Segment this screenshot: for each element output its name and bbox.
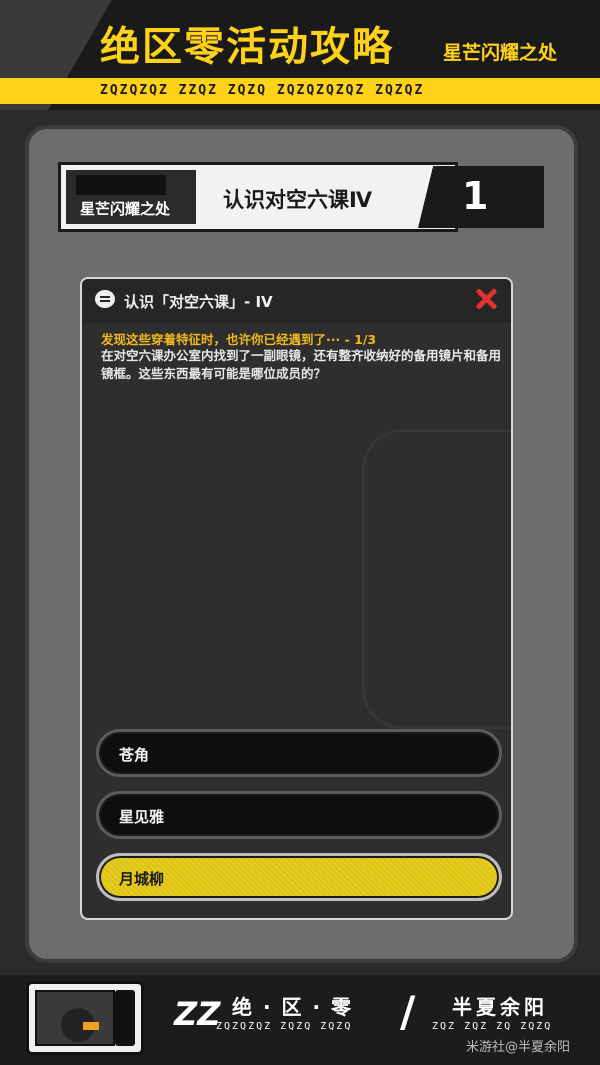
watermark: 米游社@半夏余阳 [466,1040,571,1055]
footer-game-name-en: ZQZQZQZ ZQZQ ZQZQ [216,1021,353,1032]
avatar-side-panel [115,990,135,1046]
avatar-screen [35,990,115,1046]
answer-option-label: 星见雅 [119,808,165,826]
close-icon[interactable] [475,288,497,310]
chat-bubble-icon [95,290,115,308]
footer-author: 半夏余阳 [452,995,548,1019]
header-band-text: ZQZQZQZ ZZQZ ZQZQ ZQZQZQZQZ ZQZQZ [100,83,425,98]
question-heading: 发现这些穿着特征时，也许你已经遇到了··· - 1/3 [101,332,377,347]
location-tab-decor [76,175,166,195]
footer-game-name: 绝 · 区 · 零 [232,995,354,1019]
dialog-title: 认识「对空六课」- IV [124,293,273,311]
penguin-beak [83,1022,99,1030]
game-logo: ZZ [174,995,221,1033]
quest-plate: 星芒闪耀之处 认识对空六课Ⅳ 1 [58,162,544,232]
answer-option-label: 月城柳 [119,870,165,888]
footer-author-en: ZQZ ZQZ ZQ ZQZQ [432,1021,553,1032]
answer-option-1[interactable]: 苍角 [96,729,502,777]
dialog-header: 认识「对空六课」- IV [82,279,511,323]
quest-location: 星芒闪耀之处 [80,200,171,218]
quest-name: 认识对空六课Ⅳ [223,188,373,212]
page-subtitle: 星芒闪耀之处 [443,42,558,64]
answer-option-label: 苍角 [119,746,150,764]
page-title: 绝区零活动攻略 [100,24,394,70]
quest-number-box: 1 [418,166,544,228]
quiz-dialog: 认识「对空六课」- IV 发现这些穿着特征时，也许你已经遇到了··· - 1/3… [80,277,513,920]
answer-option-2[interactable]: 星见雅 [96,791,502,839]
answer-option-3-selected[interactable]: 月城柳 [96,853,502,901]
question-body: 在对空六课办公室内找到了一副眼镜，还有整齐收纳好的备用镜片和备用镜框。这些东西最… [101,348,502,381]
dialog-bg-decor [362,429,511,729]
footer-divider: / [400,987,416,1036]
quest-number: 1 [462,174,489,218]
author-avatar [26,981,144,1055]
